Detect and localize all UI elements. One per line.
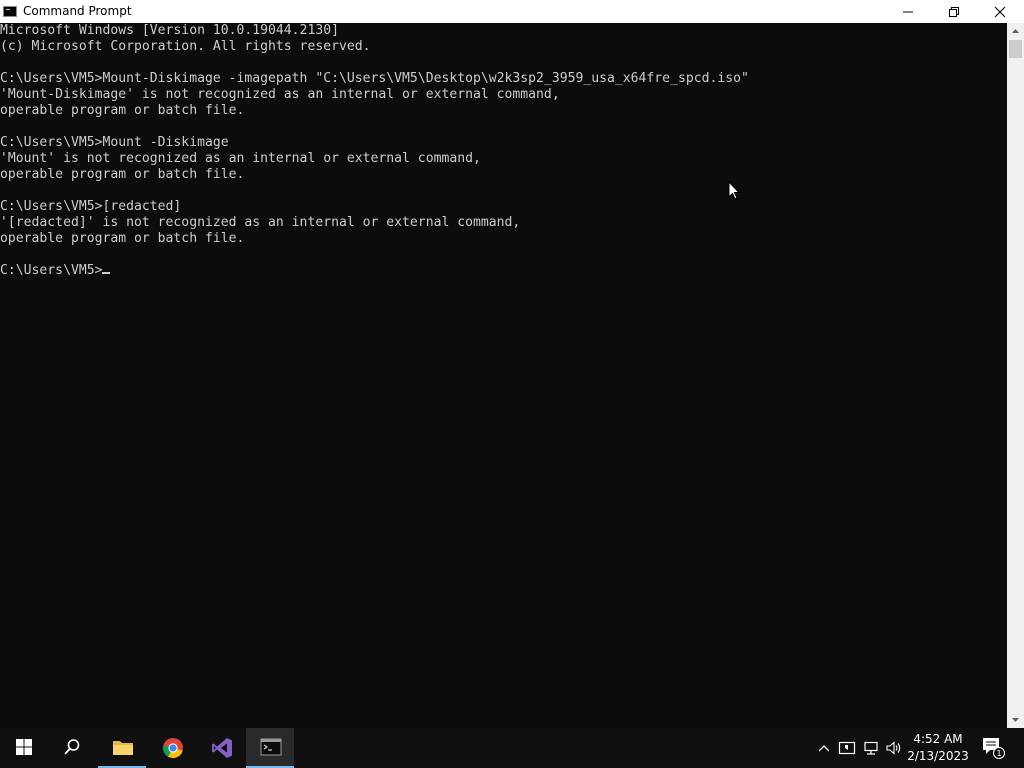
- restore-icon: [949, 7, 959, 17]
- console-line: operable program or batch file.: [0, 103, 245, 118]
- prompt-text: C:\Users\VM5>: [0, 263, 103, 278]
- taskbar: 4:52 AM 2/13/2023 1: [0, 728, 1024, 768]
- system-clock[interactable]: 4:52 AM 2/13/2023: [904, 731, 972, 765]
- console-lines: Microsoft Windows [Version 10.0.19044.21…: [0, 23, 1007, 279]
- minimize-button[interactable]: [885, 0, 931, 23]
- console-line: Microsoft Windows [Version 10.0.19044.21…: [0, 23, 339, 38]
- action-center-button[interactable]: 1: [980, 736, 1006, 764]
- console-line: C:\Users\VM5>[redacted]: [0, 199, 182, 214]
- minimize-icon: [903, 11, 913, 13]
- window-title: Command Prompt: [23, 4, 132, 18]
- console-line: 'Mount-Diskimage' is not recognized as a…: [0, 87, 560, 102]
- search-button[interactable]: [48, 728, 96, 768]
- title-bar[interactable]: Command Prompt: [0, 0, 1024, 23]
- prompt-line[interactable]: C:\Users\VM5>: [0, 263, 1007, 279]
- chrome-icon: [162, 738, 183, 759]
- arrow-down-icon: [1012, 718, 1019, 722]
- network-icon[interactable]: [862, 740, 880, 756]
- arrow-up-icon: [1012, 29, 1019, 33]
- console-line: C:\Users\VM5>Mount-Diskimage -imagepath …: [0, 71, 749, 86]
- console-line: (c) Microsoft Corporation. All rights re…: [0, 39, 371, 54]
- search-icon: [64, 739, 80, 755]
- console-line: 'Mount' is not recognized as an internal…: [0, 151, 481, 166]
- clock-date: 2/13/2023: [907, 749, 969, 763]
- console-line: C:\Users\VM5>Mount -Diskimage: [0, 135, 229, 150]
- console-line: operable program or batch file.: [0, 231, 245, 246]
- console-line: '[redacted]' is not recognized as an int…: [0, 215, 521, 230]
- cmd-icon: [3, 6, 17, 17]
- windows-logo-icon: [16, 739, 32, 755]
- vertical-scrollbar[interactable]: [1007, 23, 1024, 728]
- file-explorer-button[interactable]: [98, 728, 146, 768]
- visual-studio-button[interactable]: [197, 728, 245, 768]
- restore-button[interactable]: [931, 0, 977, 23]
- console-line: operable program or batch file.: [0, 167, 245, 182]
- chrome-button[interactable]: [148, 728, 196, 768]
- close-button[interactable]: [977, 0, 1023, 23]
- text-cursor: [102, 272, 111, 274]
- scrollbar-thumb[interactable]: [1009, 40, 1022, 58]
- close-icon: [994, 6, 1006, 18]
- volume-icon[interactable]: [885, 740, 903, 756]
- security-icon[interactable]: [838, 740, 856, 756]
- scroll-up-button[interactable]: [1007, 23, 1024, 40]
- clock-time: 4:52 AM: [913, 732, 963, 746]
- notification-count: 1: [996, 749, 1001, 758]
- console-output[interactable]: Microsoft Windows [Version 10.0.19044.21…: [0, 23, 1007, 728]
- mouse-pointer-icon: [728, 181, 740, 200]
- cmd-icon: [260, 738, 282, 756]
- chevron-up-icon[interactable]: [815, 740, 833, 756]
- scroll-down-button[interactable]: [1007, 711, 1024, 728]
- command-prompt-button[interactable]: [246, 728, 294, 768]
- notification-icon: 1: [983, 738, 1005, 759]
- folder-icon: [113, 741, 133, 755]
- start-button[interactable]: [0, 728, 48, 768]
- visual-studio-icon: [212, 738, 232, 758]
